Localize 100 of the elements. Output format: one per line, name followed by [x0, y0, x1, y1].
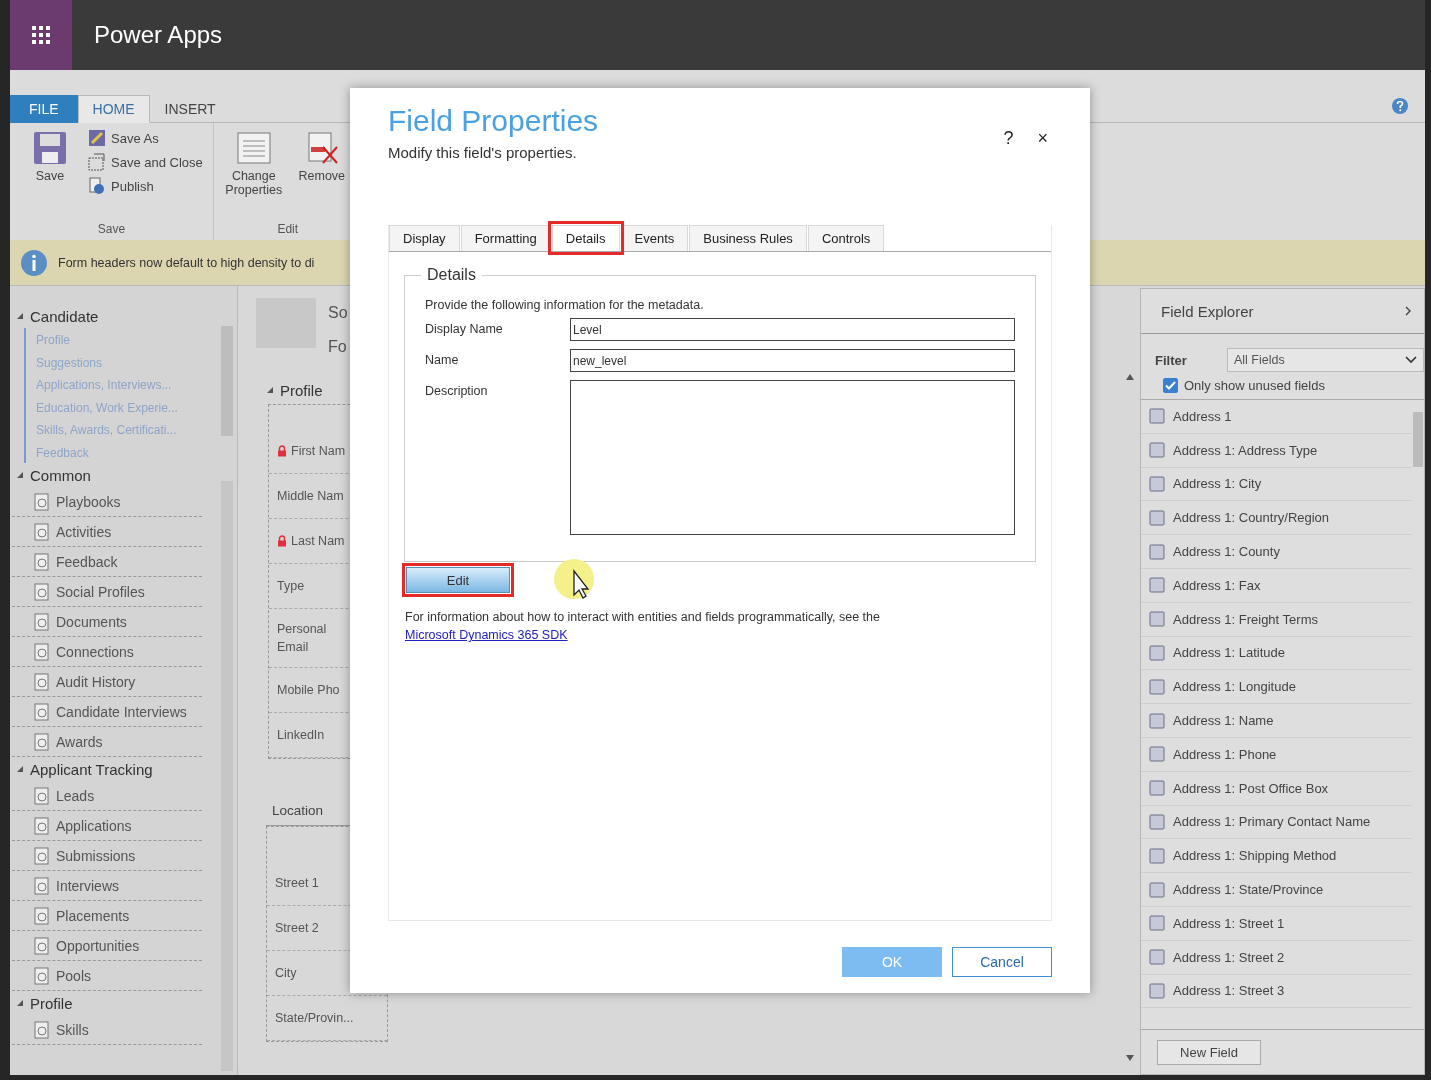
field-list-item[interactable]: Address 1: Freight Terms [1141, 602, 1412, 637]
dialog-tab[interactable]: Formatting [460, 225, 551, 251]
field-list-item[interactable]: Address 1: Name [1141, 704, 1412, 738]
nav-item[interactable]: Opportunities [12, 931, 202, 961]
help-button[interactable]: ? [999, 116, 1018, 161]
dialog-subtitle: Modify this field's properties. [388, 144, 578, 161]
collapse-triangle-icon[interactable] [16, 471, 24, 479]
entity-icon [34, 846, 50, 865]
scroll-down-icon[interactable] [1126, 1055, 1134, 1061]
collapse-triangle-icon[interactable] [266, 386, 274, 394]
filter-dropdown[interactable]: All Fields [1227, 348, 1424, 372]
field-icon [1149, 881, 1165, 898]
ribbon-button[interactable]: Save As [88, 129, 203, 147]
nav-item[interactable]: Connections [12, 637, 202, 667]
help-icon[interactable] [1391, 97, 1409, 115]
group-label: Edit [276, 222, 300, 238]
collapse-triangle-icon[interactable] [16, 999, 24, 1007]
field-list-item[interactable]: Address 1: Street 2 [1141, 940, 1412, 975]
collapse-triangle-icon[interactable] [16, 765, 24, 773]
field-label: Type [277, 578, 306, 595]
text-field[interactable]: new_level [570, 349, 1015, 372]
field-icon [1149, 949, 1165, 966]
entity-icon [34, 876, 50, 895]
field-list-item[interactable]: Address 1 [1141, 400, 1412, 434]
nav-item[interactable]: Interviews [12, 871, 202, 901]
nav-item[interactable]: Feedback [12, 547, 202, 577]
checkbox[interactable] [1163, 378, 1178, 393]
new-field-button[interactable]: New Field [1157, 1039, 1261, 1065]
edit-button[interactable]: Edit [406, 567, 510, 593]
field-list-item[interactable]: Address 1: Latitude [1141, 636, 1412, 671]
entity-icon [34, 966, 50, 985]
save-button[interactable]: Save [20, 129, 80, 222]
field-list-item[interactable]: Address 1: Longitude [1141, 670, 1412, 705]
nav-item[interactable]: Awards [12, 727, 202, 757]
sdk-link[interactable]: Microsoft Dynamics 365 SDK [405, 628, 568, 642]
ribbon-tab[interactable]: INSERT [149, 95, 231, 123]
nav-item[interactable]: Documents [12, 607, 202, 637]
text-field[interactable]: Level [570, 318, 1015, 341]
entity-icon [34, 672, 50, 691]
ribbon-tab[interactable]: HOME [77, 95, 150, 123]
nav-section-title: Candidate [30, 307, 99, 325]
field-icon [1149, 577, 1165, 594]
field-list-item[interactable]: Address 1: Phone [1141, 737, 1412, 772]
nav-item[interactable]: Placements [12, 901, 202, 931]
field-list-item[interactable]: Address 1: Street 3 [1141, 974, 1412, 1009]
nav-item[interactable]: Submissions [12, 841, 202, 871]
dialog-title: Field Properties [388, 104, 599, 138]
nav-item[interactable]: Candidate Interviews [12, 697, 202, 727]
dialog-tab[interactable]: Controls [807, 225, 885, 251]
field-icon [1149, 915, 1165, 932]
collapse-triangle-icon[interactable] [16, 312, 24, 320]
intro-text: Provide the following information for the metadata. [425, 298, 705, 312]
nav-item[interactable]: Audit History [12, 667, 202, 697]
nav-item[interactable]: Applications [12, 811, 202, 841]
header-text: So [328, 304, 348, 322]
field-list-item[interactable]: Address 1: Country/Region [1141, 501, 1412, 536]
close-button[interactable]: × [1033, 116, 1052, 161]
fieldset-legend: Details [421, 266, 482, 284]
field-list-item[interactable]: Address 1: State/Province [1141, 873, 1412, 907]
chevron-right-icon[interactable] [1404, 306, 1412, 316]
entity-icon [34, 732, 50, 751]
nav-item[interactable]: Pools [12, 961, 202, 991]
dialog-tab[interactable]: Business Rules [689, 225, 807, 251]
entity-icon [34, 936, 50, 955]
description-field[interactable] [570, 380, 1015, 535]
nav-item[interactable]: Playbooks [12, 487, 202, 517]
field-label: Personal Email [277, 621, 328, 656]
ribbon-tab[interactable]: FILE [10, 95, 78, 123]
field-icon [1149, 678, 1165, 695]
ribbon-button[interactable]: Publish [88, 177, 203, 195]
header-text: Fo [328, 338, 348, 356]
field-list-item[interactable]: Address 1: Shipping Method [1141, 839, 1412, 874]
field-label: State/Provin... [275, 1010, 354, 1027]
nav-item[interactable]: Leads [12, 781, 202, 811]
app-launcher-icon[interactable] [31, 25, 51, 45]
nav-item[interactable]: Social Profiles [12, 577, 202, 607]
field-list-item[interactable]: Address 1: Fax [1141, 569, 1412, 603]
form-label: Display Name [425, 321, 504, 336]
scroll-up-icon[interactable] [1126, 374, 1134, 380]
entity-icon [34, 702, 50, 721]
chevron-down-icon [1405, 356, 1417, 364]
nav-item[interactable]: Activities [12, 517, 202, 547]
field-list-item[interactable]: Address 1: County [1141, 535, 1412, 569]
checkbox-label: Only show unused fields [1184, 378, 1325, 393]
entity-icon [34, 816, 50, 835]
field-list-item[interactable]: Address 1: Address Type [1141, 433, 1412, 468]
field-list-item[interactable]: Address 1: Post Office Box [1141, 771, 1412, 806]
dialog-tab[interactable]: Display [389, 225, 460, 251]
field-icon [1149, 847, 1165, 864]
field-list-item[interactable]: Address 1: City [1141, 467, 1412, 502]
field-list-item[interactable]: Address 1: Street 1 [1141, 906, 1412, 941]
cancel-button[interactable]: Cancel [952, 947, 1052, 977]
scrollbar-thumb[interactable] [1413, 412, 1423, 467]
entity-icon [34, 582, 50, 601]
field-icon [1149, 746, 1165, 763]
ribbon-button[interactable]: Save and Close [88, 153, 203, 171]
field-list-item[interactable]: Address 1: Primary Contact Name [1141, 805, 1412, 840]
ribbon-button[interactable]: Remove [291, 129, 352, 222]
ribbon-button[interactable]: Change Properties [223, 129, 284, 222]
nav-item[interactable]: Skills [12, 1015, 202, 1045]
